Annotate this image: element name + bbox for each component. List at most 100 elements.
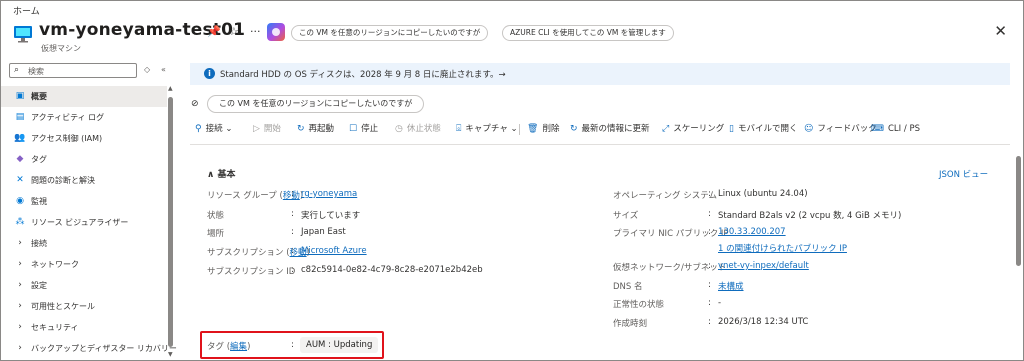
copy-vm-suggestion-pill[interactable]: この VM を任意のリージョンにコピーしたいのですが bbox=[291, 25, 489, 41]
vnet-value[interactable]: vnet-vy-inpex/default bbox=[718, 261, 809, 271]
star-icon[interactable]: ☆ bbox=[229, 25, 239, 38]
info-banner[interactable]: i Standard HDD の OS ディスクは、2028 年 9 月 8 日… bbox=[190, 63, 1010, 85]
subscription-label: サブスクリプション (移動) bbox=[207, 248, 310, 258]
sidebar-item-label: タグ bbox=[31, 155, 47, 164]
public-ip-value[interactable]: 130.33.200.207 bbox=[718, 227, 786, 237]
feedback-button[interactable]: ☺ フィードバック bbox=[804, 121, 877, 137]
start-button[interactable]: ▷ 開始 bbox=[253, 121, 281, 137]
chevron-right-icon: › bbox=[18, 238, 22, 248]
content-scrollbar[interactable] bbox=[1016, 156, 1021, 266]
dns-value[interactable]: 未構成 bbox=[718, 280, 744, 292]
page-subtitle: 仮想マシン bbox=[41, 44, 81, 53]
visualizer-icon: ⁂ bbox=[15, 217, 25, 227]
os-value: Linux (ubuntu 24.04) bbox=[718, 189, 808, 199]
stop-button[interactable]: ☐ 停止 bbox=[349, 121, 378, 137]
sidebar-item-security[interactable]: › セキュリティ bbox=[1, 317, 167, 338]
sidebar-item-overview[interactable]: ▣ 概要 bbox=[1, 86, 167, 107]
info-icon: i bbox=[204, 68, 215, 79]
location-value: Japan East bbox=[301, 227, 346, 237]
sidebar-item-settings[interactable]: › 設定 bbox=[1, 275, 167, 296]
scroll-up-icon[interactable]: ▲ bbox=[168, 85, 173, 92]
dns-label: DNS 名 bbox=[613, 282, 643, 292]
chevron-up-icon: ∧ bbox=[207, 170, 215, 180]
delete-button[interactable]: 🗑 削除 bbox=[527, 121, 559, 137]
subscription-id-value: c82c5914-0e82-4c79-8c28-e2071e2b42eb bbox=[301, 265, 483, 275]
close-icon[interactable]: ✕ bbox=[994, 22, 1007, 40]
feedback-icon: ☺ bbox=[804, 124, 814, 134]
sidebar-item-iam[interactable]: 👥 アクセス制御 (IAM) bbox=[1, 128, 167, 149]
copy-vm-suggestion-button[interactable]: この VM を任意のリージョンにコピーしたいのですが bbox=[207, 95, 425, 113]
sidebar-item-availability[interactable]: › 可用性とスケール bbox=[1, 296, 167, 317]
hibernate-label: 休止状態 bbox=[406, 124, 441, 134]
separator: : bbox=[708, 209, 711, 219]
copilot-icon[interactable] bbox=[267, 23, 285, 41]
trash-icon: 🗑 bbox=[527, 124, 539, 134]
sidebar-item-label: 監視 bbox=[31, 197, 47, 206]
chevron-right-icon: › bbox=[18, 259, 22, 269]
tags-label-text: タグ bbox=[207, 342, 225, 352]
subscription-label-text: サブスクリプション bbox=[207, 248, 284, 258]
size-value: Standard B2als v2 (2 vcpu 数, 4 GiB メモリ) bbox=[718, 211, 902, 221]
os-label: オペレーティング システム bbox=[613, 191, 717, 201]
copilot-suggestion-icon: ⊘ bbox=[191, 99, 199, 109]
separator: : bbox=[708, 298, 711, 308]
scroll-down-icon[interactable]: ▼ bbox=[168, 351, 173, 358]
search-input[interactable]: ⌕ 検索 bbox=[9, 63, 137, 78]
monitor-gauge-icon: ◉ bbox=[16, 196, 24, 206]
sidebar-item-activity-log[interactable]: ▤ アクティビティ ログ bbox=[1, 107, 167, 128]
refresh-button[interactable]: ↻ 最新の情報に更新 bbox=[570, 121, 650, 137]
hibernate-icon: ◷ bbox=[395, 124, 403, 134]
separator: : bbox=[291, 246, 294, 256]
scaling-button[interactable]: ⤢ スケーリング bbox=[662, 121, 724, 137]
mobile-label: モバイルで開く bbox=[737, 124, 798, 134]
essentials-toggle[interactable]: ∧ 基本 bbox=[207, 167, 235, 180]
capture-button[interactable]: ⌻ キャプチャ ⌄ bbox=[456, 121, 518, 137]
banner-text: Standard HDD の OS ディスクは、2028 年 9 月 8 日に廃… bbox=[220, 70, 506, 80]
refresh-icon: ↻ bbox=[570, 124, 578, 134]
connect-button[interactable]: ⚲ 接続 ⌄ bbox=[195, 121, 232, 137]
sort-icon[interactable]: ◇ bbox=[144, 65, 150, 74]
sidebar-item-connect[interactable]: › 接続 bbox=[1, 233, 167, 254]
collapse-icon[interactable]: « bbox=[161, 65, 166, 74]
tag-chip[interactable]: AUM : Updating bbox=[300, 337, 379, 353]
open-mobile-button[interactable]: ▯ モバイルで開く bbox=[729, 121, 797, 137]
sidebar-item-diagnose[interactable]: ✕ 問題の診断と解決 bbox=[1, 170, 167, 191]
sidebar-item-tags[interactable]: ◆ タグ bbox=[1, 149, 167, 170]
resource-group-value[interactable]: rg-yoneyama bbox=[301, 189, 357, 199]
pin-icon[interactable]: 📌 bbox=[207, 25, 221, 38]
sidebar-item-label: 可用性とスケール bbox=[31, 302, 95, 311]
separator: : bbox=[708, 189, 711, 199]
subscription-value[interactable]: Microsoft Azure bbox=[301, 246, 367, 256]
sidebar-item-monitor[interactable]: ◉ 監視 bbox=[1, 191, 167, 212]
location-label: 場所 bbox=[207, 229, 225, 239]
sidebar-item-label: 概要 bbox=[31, 92, 47, 101]
restart-button[interactable]: ↻ 再起動 bbox=[297, 121, 334, 137]
cli-label: CLI / PS bbox=[888, 124, 920, 134]
cli-icon: ⌨ bbox=[871, 124, 884, 134]
sidebar-scrollbar[interactable] bbox=[168, 97, 173, 347]
stop-label: 停止 bbox=[361, 124, 379, 134]
sidebar-item-backup[interactable]: › バックアップとディザスター リカバリー bbox=[1, 338, 177, 359]
hibernate-button[interactable]: ◷ 休止状態 bbox=[395, 121, 441, 137]
chevron-right-icon: › bbox=[18, 343, 22, 353]
manage-cli-suggestion-pill[interactable]: AZURE CLI を使用してこの VM を管理します bbox=[502, 25, 674, 41]
resource-group-label-text: リソース グループ bbox=[207, 191, 277, 201]
json-view-link[interactable]: JSON ビュー bbox=[939, 168, 988, 180]
toolbar-divider-line bbox=[190, 144, 1010, 145]
more-icon[interactable]: ··· bbox=[250, 25, 261, 38]
restart-label: 再起動 bbox=[308, 124, 335, 134]
sidebar-item-label: セキュリティ bbox=[31, 323, 79, 332]
breadcrumb[interactable]: ホーム bbox=[13, 4, 40, 17]
sidebar-item-label: 問題の診断と解決 bbox=[31, 176, 95, 185]
tags-edit-link[interactable]: 編集 bbox=[230, 342, 247, 352]
health-label: 正常性の状態 bbox=[613, 300, 665, 310]
public-ip-label: プライマリ NIC パブリック IP bbox=[613, 229, 729, 239]
refresh-label: 最新の情報に更新 bbox=[581, 124, 650, 134]
sidebar-item-network[interactable]: › ネットワーク bbox=[1, 254, 167, 275]
sidebar-item-visualizer[interactable]: ⁂ リソース ビジュアライザー bbox=[1, 212, 167, 233]
sidebar-item-label: ネットワーク bbox=[31, 260, 79, 269]
sidebar-item-label: アクセス制御 (IAM) bbox=[31, 134, 103, 143]
associated-public-ip-link[interactable]: 1 の関連付けられたパブリック IP bbox=[718, 242, 847, 254]
created-value: 2026/3/18 12:34 UTC bbox=[718, 317, 809, 327]
cli-ps-button[interactable]: ⌨ CLI / PS bbox=[871, 121, 920, 137]
